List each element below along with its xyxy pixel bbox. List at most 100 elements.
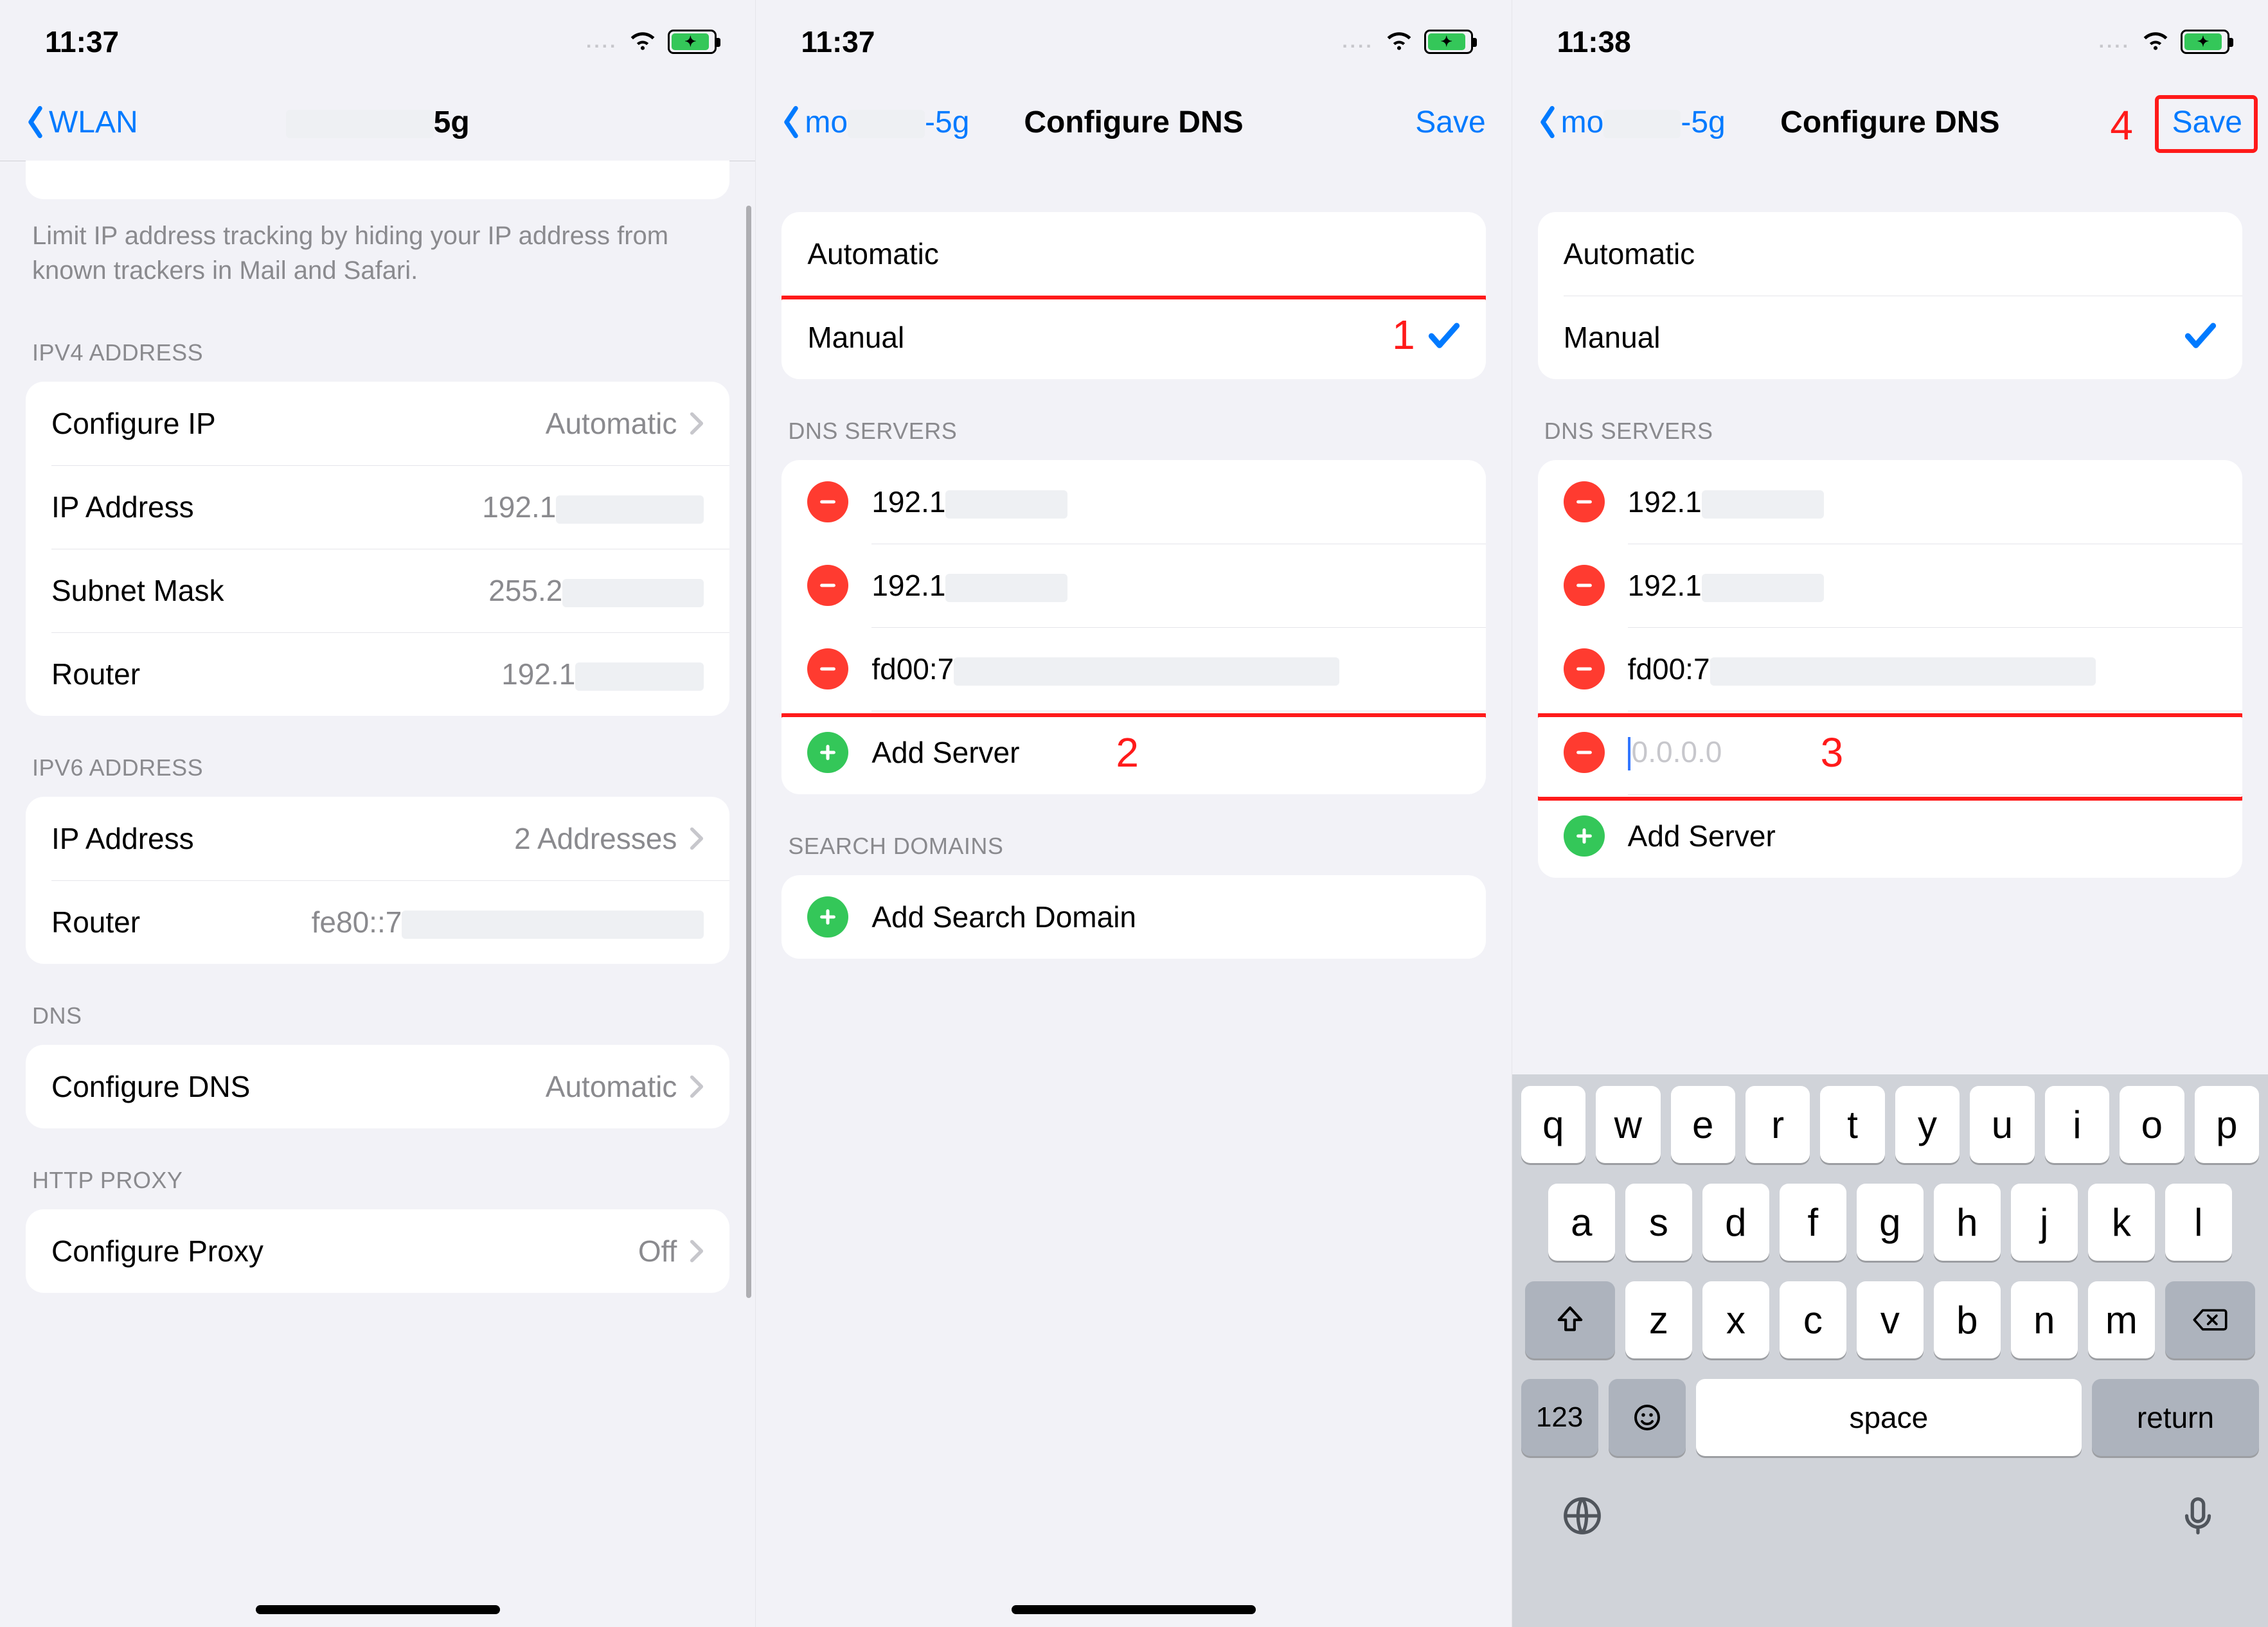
- add-search-domain-row[interactable]: Add Search Domain: [781, 875, 1485, 959]
- remove-icon[interactable]: [807, 565, 848, 606]
- space-key[interactable]: space: [1696, 1379, 2082, 1456]
- save-button[interactable]: Save: [1415, 105, 1485, 140]
- section-search-domains: SEARCH DOMAINS: [756, 801, 1511, 869]
- dns-server-row[interactable]: fd00:7: [1538, 627, 2242, 711]
- add-icon[interactable]: [1564, 815, 1605, 857]
- key-k[interactable]: k: [2088, 1184, 2155, 1261]
- configure-dns-screen-manual: 11:37 .... ✦ mo-5g Configure DNS Save Au…: [756, 0, 1512, 1627]
- router-v6-row: Router fe80::7: [26, 880, 729, 964]
- checkmark-icon: [1428, 322, 1460, 353]
- section-proxy: HTTP PROXY: [0, 1135, 755, 1203]
- section-dns-servers: DNS SERVERS: [756, 386, 1511, 454]
- dns-server-row[interactable]: 192.1: [781, 460, 1485, 544]
- backspace-key[interactable]: [2165, 1281, 2255, 1358]
- key-i[interactable]: i: [2045, 1086, 2109, 1163]
- dns-server-input-row[interactable]: 0.0.0.0: [1538, 711, 2242, 794]
- remove-icon[interactable]: [1564, 732, 1605, 773]
- add-server-row[interactable]: Add Server: [781, 711, 1485, 794]
- key-h[interactable]: h: [1934, 1184, 2001, 1261]
- page-title: Configure DNS: [1024, 105, 1243, 139]
- mic-icon[interactable]: [2175, 1493, 2220, 1542]
- scrollbar[interactable]: [746, 206, 751, 1298]
- key-a[interactable]: a: [1548, 1184, 1615, 1261]
- status-bar: 11:37 .... ✦: [756, 0, 1511, 84]
- wifi-icon: [1384, 24, 1414, 59]
- key-t[interactable]: t: [1820, 1086, 1884, 1163]
- ip6-address-row[interactable]: IP Address 2 Addresses: [26, 797, 729, 880]
- key-b[interactable]: b: [1934, 1281, 2001, 1358]
- key-v[interactable]: v: [1857, 1281, 1924, 1358]
- remove-icon[interactable]: [1564, 565, 1605, 606]
- key-q[interactable]: q: [1521, 1086, 1585, 1163]
- back-button[interactable]: WLAN: [26, 105, 138, 140]
- key-r[interactable]: r: [1746, 1086, 1810, 1163]
- router-v4-row: Router 192.1: [26, 632, 729, 716]
- key-n[interactable]: n: [2011, 1281, 2078, 1358]
- remove-icon[interactable]: [1564, 648, 1605, 689]
- key-m[interactable]: m: [2088, 1281, 2155, 1358]
- home-indicator[interactable]: [1012, 1605, 1256, 1614]
- chevron-right-icon: [690, 826, 704, 851]
- mode-manual[interactable]: Manual: [781, 296, 1485, 379]
- key-f[interactable]: f: [1780, 1184, 1846, 1261]
- key-w[interactable]: w: [1596, 1086, 1660, 1163]
- wifi-icon: [628, 24, 657, 59]
- mode-manual[interactable]: Manual: [1538, 296, 2242, 379]
- key-p[interactable]: p: [2195, 1086, 2259, 1163]
- return-key[interactable]: return: [2092, 1379, 2259, 1456]
- back-label: WLAN: [49, 105, 138, 140]
- configure-dns-screen-adding: 11:38 .... ✦ mo-5g Configure DNS Save 4 …: [1512, 0, 2268, 1627]
- home-indicator[interactable]: [256, 1605, 500, 1614]
- key-z[interactable]: z: [1625, 1281, 1692, 1358]
- cellular-dots: ....: [2099, 31, 2130, 53]
- remove-icon[interactable]: [807, 648, 848, 689]
- configure-ip-row[interactable]: Configure IP Automatic: [26, 382, 729, 465]
- dns-server-row[interactable]: 192.1: [781, 544, 1485, 627]
- key-l[interactable]: l: [2165, 1184, 2232, 1261]
- mode-automatic[interactable]: Automatic: [781, 212, 1485, 296]
- add-icon[interactable]: [807, 896, 848, 938]
- key-y[interactable]: y: [1895, 1086, 1960, 1163]
- key-s[interactable]: s: [1625, 1184, 1692, 1261]
- dns-server-row[interactable]: fd00:7: [781, 627, 1485, 711]
- key-u[interactable]: u: [1970, 1086, 2034, 1163]
- page-title: 5g: [286, 105, 470, 139]
- key-x[interactable]: x: [1702, 1281, 1769, 1358]
- emoji-key[interactable]: [1609, 1379, 1686, 1456]
- back-button[interactable]: mo-5g: [781, 105, 969, 140]
- battery-charging-icon: ✦: [2181, 30, 2229, 54]
- chevron-right-icon: [690, 1074, 704, 1099]
- configure-dns-row[interactable]: Configure DNS Automatic: [26, 1045, 729, 1128]
- battery-charging-icon: ✦: [668, 30, 717, 54]
- add-icon[interactable]: [807, 732, 848, 773]
- page-title: Configure DNS: [1780, 105, 1999, 139]
- subnet-mask-row: Subnet Mask 255.2: [26, 549, 729, 632]
- add-server-row[interactable]: Add Server: [1538, 794, 2242, 878]
- key-g[interactable]: g: [1857, 1184, 1924, 1261]
- nav-bar: mo-5g Configure DNS Save 4: [1512, 84, 2268, 161]
- back-button[interactable]: mo-5g: [1538, 105, 1726, 140]
- text-cursor: [1628, 737, 1630, 770]
- keyboard[interactable]: qwertyuiop asdfghjkl zxcvbnm 123 space r…: [1512, 1074, 2268, 1627]
- shift-key[interactable]: [1525, 1281, 1615, 1358]
- key-o[interactable]: o: [2120, 1086, 2184, 1163]
- mode-automatic[interactable]: Automatic: [1538, 212, 2242, 296]
- key-e[interactable]: e: [1671, 1086, 1735, 1163]
- dns-server-row[interactable]: 192.1: [1538, 460, 2242, 544]
- annotation-4: 4: [2110, 102, 2133, 149]
- section-ipv6: IPV6 ADDRESS: [0, 722, 755, 790]
- battery-charging-icon: ✦: [1424, 30, 1473, 54]
- key-c[interactable]: c: [1780, 1281, 1846, 1358]
- remove-icon[interactable]: [807, 481, 848, 522]
- configure-proxy-row[interactable]: Configure Proxy Off: [26, 1209, 729, 1293]
- numbers-key[interactable]: 123: [1521, 1379, 1598, 1456]
- key-j[interactable]: j: [2011, 1184, 2078, 1261]
- remove-icon[interactable]: [1564, 481, 1605, 522]
- save-button[interactable]: Save: [2172, 105, 2242, 140]
- section-ipv4: IPV4 ADDRESS: [0, 307, 755, 375]
- dns-server-row[interactable]: 192.1: [1538, 544, 2242, 627]
- key-d[interactable]: d: [1702, 1184, 1769, 1261]
- globe-icon[interactable]: [1560, 1493, 1605, 1542]
- cellular-dots: ....: [586, 31, 618, 53]
- clock: 11:37: [801, 24, 875, 59]
